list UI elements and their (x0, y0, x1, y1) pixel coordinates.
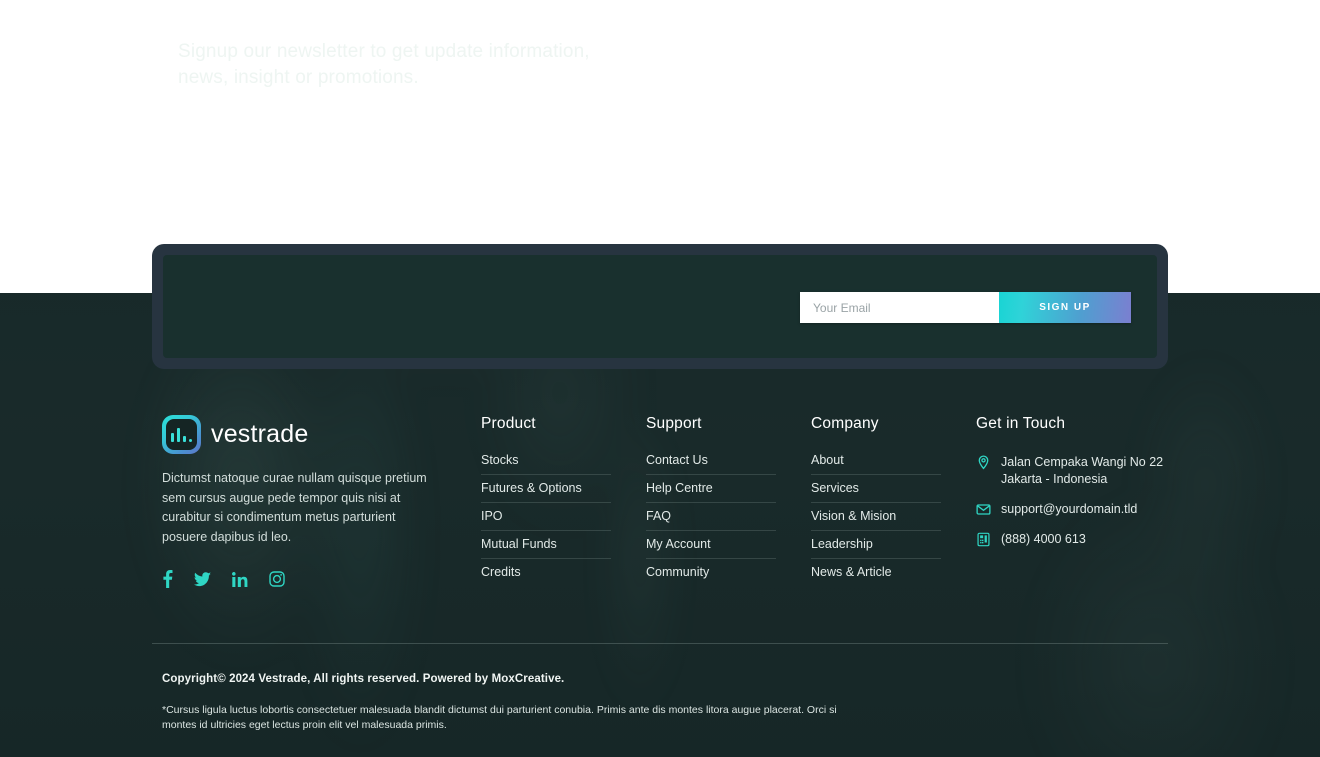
linkedin-icon[interactable] (232, 571, 248, 587)
contact-email-text[interactable]: support@yourdomain.tld (1001, 501, 1137, 518)
footer-divider (152, 643, 1168, 644)
legal-disclaimer-text: *Cursus ligula luctus lobortis consectet… (162, 704, 837, 731)
list-item: Leadership (811, 531, 941, 559)
list-item: FAQ (646, 503, 776, 531)
footer-link-ipo[interactable]: IPO (481, 503, 611, 530)
footer-link-faq[interactable]: FAQ (646, 503, 776, 530)
page-root: vestrade Dictumst natoque curae nullam q… (0, 0, 1320, 757)
link-list-product: Stocks Futures & Options IPO Mutual Fund… (481, 454, 611, 586)
contact-item-address: Jalan Cempaka Wangi No 22 Jakarta - Indo… (976, 454, 1176, 488)
footer-column-company: Company About Services Vision & Mision L… (811, 415, 941, 586)
newsletter-signup-form: SIGN UP (800, 292, 1131, 323)
footer-link-credits[interactable]: Credits (481, 559, 611, 586)
column-title-company: Company (811, 415, 879, 432)
contact-list: Jalan Cempaka Wangi No 22 Jakarta - Indo… (976, 454, 1176, 548)
list-item: Vision & Mision (811, 503, 941, 531)
contact-item-email[interactable]: support@yourdomain.tld (976, 501, 1176, 518)
list-item: Services (811, 475, 941, 503)
link-list-support: Contact Us Help Centre FAQ My Account Co… (646, 454, 776, 586)
address-line-2: Jakarta - Indonesia (1001, 472, 1108, 486)
email-input[interactable] (800, 292, 999, 323)
copyright-text: Copyright© 2024 Vestrade, All rights res… (162, 673, 565, 685)
brand-description: Dictumst natoque curae nullam quisque pr… (162, 471, 427, 544)
envelope-icon (976, 502, 991, 517)
list-item: Futures & Options (481, 475, 611, 503)
list-item: Mutual Funds (481, 531, 611, 559)
brand-lockup[interactable]: vestrade (162, 415, 447, 454)
contact-address-text: Jalan Cempaka Wangi No 22 Jakarta - Indo… (1001, 454, 1163, 488)
bar-chart-logo-icon (162, 415, 201, 454)
list-item: Community (646, 559, 776, 586)
footer-link-help-centre[interactable]: Help Centre (646, 475, 776, 502)
list-item: Credits (481, 559, 611, 586)
footer-link-contact-us[interactable]: Contact Us (646, 454, 776, 474)
list-item: News & Article (811, 559, 941, 586)
column-title-support: Support (646, 415, 702, 432)
footer-column-contact: Get in Touch Jalan Cempaka Wangi No 22 J… (976, 415, 1176, 561)
phone-icon (976, 532, 991, 547)
column-title-contact: Get in Touch (976, 415, 1066, 432)
newsletter-headline-line2: news, insight or promotions. (178, 67, 419, 88)
signup-button[interactable]: SIGN UP (999, 292, 1131, 323)
footer-link-services[interactable]: Services (811, 475, 941, 502)
contact-phone-text[interactable]: (888) 4000 613 (1001, 531, 1086, 548)
newsletter-headline: Signup our newsletter to get update info… (178, 39, 648, 91)
address-line-1: Jalan Cempaka Wangi No 22 (1001, 455, 1164, 469)
list-item: About (811, 454, 941, 475)
footer-brand-column: vestrade Dictumst natoque curae nullam q… (162, 415, 447, 588)
footer-link-stocks[interactable]: Stocks (481, 454, 611, 474)
list-item: Stocks (481, 454, 611, 475)
column-title-product: Product (481, 415, 536, 432)
link-list-company: About Services Vision & Mision Leadershi… (811, 454, 941, 586)
brand-name: vestrade (211, 420, 309, 448)
footer-column-product: Product Stocks Futures & Options IPO Mut… (481, 415, 611, 586)
list-item: My Account (646, 531, 776, 559)
list-item: IPO (481, 503, 611, 531)
instagram-icon[interactable] (269, 571, 285, 587)
footer-link-community[interactable]: Community (646, 559, 776, 586)
list-item: Help Centre (646, 475, 776, 503)
facebook-icon[interactable] (162, 570, 173, 588)
footer-link-vision-mision[interactable]: Vision & Mision (811, 503, 941, 530)
footer-link-mutual-funds[interactable]: Mutual Funds (481, 531, 611, 558)
social-links (162, 570, 447, 588)
map-pin-icon (976, 455, 991, 470)
footer-link-news-article[interactable]: News & Article (811, 559, 941, 586)
footer-column-support: Support Contact Us Help Centre FAQ My Ac… (646, 415, 776, 586)
footer-link-futures-options[interactable]: Futures & Options (481, 475, 611, 502)
newsletter-headline-line1: Signup our newsletter to get update info… (178, 41, 590, 62)
footer-link-my-account[interactable]: My Account (646, 531, 776, 558)
list-item: Contact Us (646, 454, 776, 475)
footer-link-leadership[interactable]: Leadership (811, 531, 941, 558)
contact-item-phone[interactable]: (888) 4000 613 (976, 531, 1176, 548)
twitter-icon[interactable] (194, 571, 211, 587)
footer-link-about[interactable]: About (811, 454, 941, 474)
